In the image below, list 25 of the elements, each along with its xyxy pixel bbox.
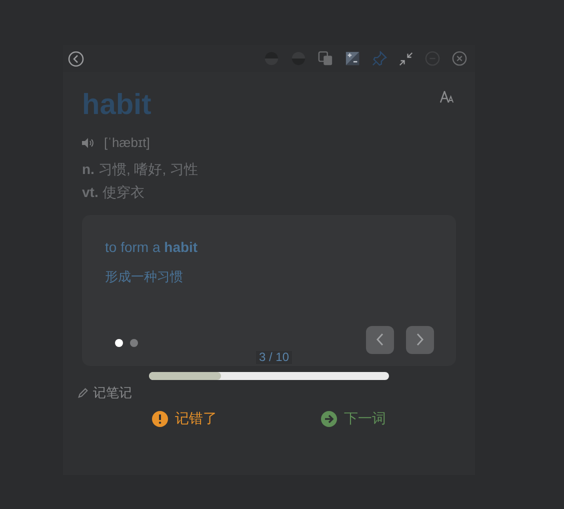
- collapse-icon[interactable]: [399, 52, 413, 66]
- pencil-icon: [78, 386, 89, 398]
- chevron-right-icon: [416, 333, 424, 346]
- phonetic-text: [ˈhæbɪt]: [104, 134, 150, 152]
- close-icon[interactable]: [452, 51, 467, 66]
- mistake-button[interactable]: 记错了: [152, 408, 217, 429]
- part-of-speech: vt.: [82, 182, 98, 202]
- previous-button[interactable]: [366, 326, 394, 354]
- example-sentence: to form a habit: [105, 238, 199, 256]
- alert-icon: [152, 410, 168, 426]
- next-button[interactable]: [406, 326, 434, 354]
- definition-text: 使穿衣: [102, 182, 144, 202]
- copy-icon[interactable]: [318, 51, 333, 66]
- back-icon[interactable]: [68, 50, 84, 66]
- part-of-speech: n.: [82, 160, 94, 178]
- contrast-icon[interactable]: [345, 51, 360, 66]
- example-translation: 形成一种习惯: [105, 268, 184, 286]
- progress-counter: 3 / 10: [256, 350, 292, 364]
- font-size-icon[interactable]: [440, 91, 454, 103]
- definition-text: 习惯, 嗜好, 习性: [98, 160, 198, 178]
- speaker-icon[interactable]: [82, 138, 94, 148]
- next-word-button[interactable]: 下一词: [321, 408, 386, 429]
- chevron-left-icon: [376, 333, 384, 346]
- arrow-right-icon: [321, 410, 337, 426]
- note-link[interactable]: 记笔记: [93, 382, 132, 402]
